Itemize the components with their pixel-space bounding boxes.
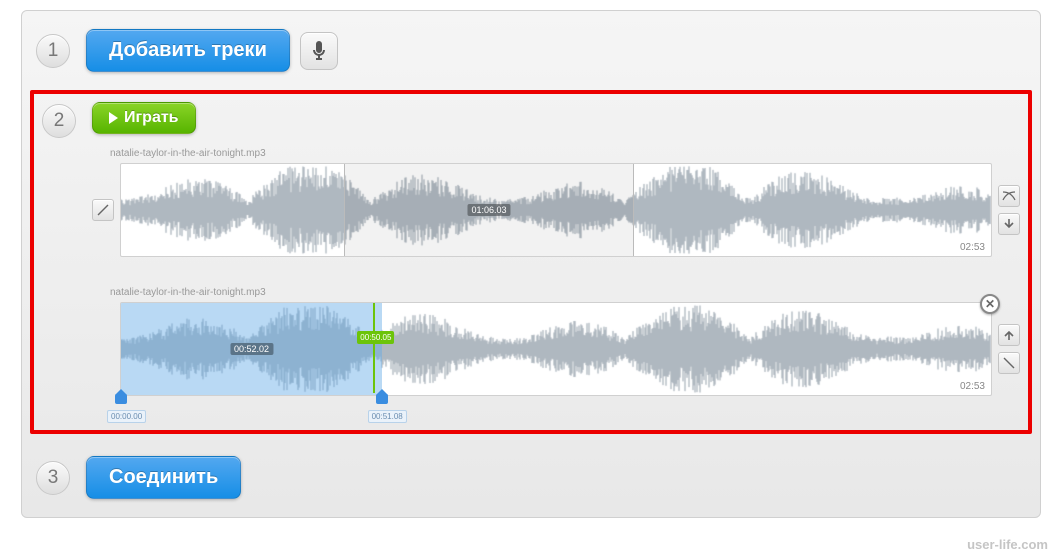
track-filename: natalie-taylor-in-the-air-tonight.mp3 — [110, 148, 1020, 159]
selection-region[interactable]: 00:52.02 — [121, 303, 382, 395]
step-2-number: 2 — [42, 104, 76, 138]
handle-end-time: 00:51.08 — [368, 410, 407, 423]
add-tracks-button[interactable]: Добавить треки — [86, 29, 290, 72]
handle-start-time: 00:00.00 — [107, 410, 146, 423]
step-3-number: 3 — [36, 461, 70, 495]
move-down-button[interactable] — [998, 213, 1020, 235]
selection-time-label: 01:06.03 — [467, 204, 510, 216]
app-window: 1 Добавить треки 2 Играть natalie-taylor… — [21, 10, 1041, 518]
playhead-time: 00:50.05 — [357, 331, 394, 344]
play-icon — [109, 112, 118, 124]
crossfade-button[interactable] — [998, 185, 1020, 207]
selection-start-handle[interactable]: 00:00.00 — [115, 394, 127, 410]
record-mic-button[interactable] — [300, 32, 338, 70]
track-1: natalie-taylor-in-the-air-tonight.mp3 01… — [92, 148, 1020, 257]
fade-in-icon — [97, 204, 109, 216]
track-2: natalie-taylor-in-the-air-tonight.mp3 00… — [92, 287, 1020, 396]
track-filename: natalie-taylor-in-the-air-tonight.mp3 — [110, 287, 1020, 298]
fade-out-button[interactable] — [998, 352, 1020, 374]
track-duration: 02:53 — [960, 381, 985, 392]
step-3-row: 3 Соединить — [22, 442, 1040, 517]
playhead-marker[interactable]: 00:50.05 — [373, 302, 375, 393]
fade-out-icon — [1003, 357, 1015, 369]
waveform-1[interactable]: 01:06.03 02:53 — [120, 163, 992, 257]
play-button-label: Играть — [124, 109, 179, 127]
crossfade-icon — [1002, 190, 1016, 202]
microphone-icon — [311, 41, 327, 61]
selection-end-handle[interactable]: 00:51.08 — [376, 394, 388, 410]
step-1-number: 1 — [36, 34, 70, 68]
step-1-row: 1 Добавить треки — [22, 11, 1040, 90]
join-button[interactable]: Соединить — [86, 456, 241, 499]
fade-in-button[interactable] — [92, 199, 114, 221]
waveform-2[interactable]: 00:52.02 00:50.05 02:53 — [120, 302, 992, 396]
arrow-up-icon — [1004, 329, 1014, 341]
selection-time-label: 00:52.02 — [230, 343, 273, 355]
selection-region[interactable]: 01:06.03 — [344, 164, 635, 256]
step-2-highlight: 2 Играть natalie-taylor-in-the-air-tonig… — [30, 90, 1032, 434]
play-button[interactable]: Играть — [92, 102, 196, 134]
track-duration: 02:53 — [960, 242, 985, 253]
remove-track-button[interactable]: ✕ — [980, 294, 1000, 314]
arrow-down-icon — [1004, 218, 1014, 230]
watermark: user-life.com — [967, 537, 1048, 552]
move-up-button[interactable] — [998, 324, 1020, 346]
